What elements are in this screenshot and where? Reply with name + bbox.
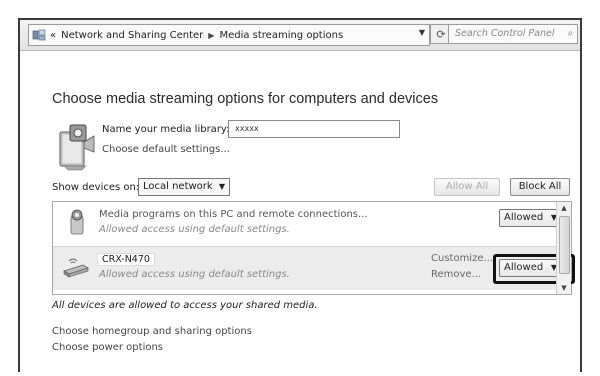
page-title: Choose media streaming options for compu… (52, 91, 439, 107)
allow-all-button[interactable]: Allow All (434, 178, 500, 196)
choose-default-settings-link[interactable]: Choose default settings... (102, 144, 230, 155)
crumb-network-sharing[interactable]: Network and Sharing Center (61, 30, 203, 41)
chevron-down-icon: ▼ (218, 182, 225, 191)
device-row-crx-n470[interactable]: CRX-N470 Allowed access using default se… (53, 246, 575, 290)
access-note: All devices are allowed to access your s… (52, 300, 318, 311)
homegroup-options-link[interactable]: Choose homegroup and sharing options (52, 326, 252, 337)
customize-link[interactable]: Customize... (431, 253, 493, 264)
history-dropdown-icon[interactable]: ▼ (419, 28, 425, 37)
remove-link[interactable]: Remove... (431, 269, 481, 280)
library-name-label: Name your media library: (102, 124, 230, 135)
device-status: Allowed access using default settings. (99, 269, 290, 280)
crumb-separator-icon[interactable]: ▶ (208, 31, 214, 40)
scroll-thumb[interactable] (559, 216, 570, 274)
network-device-icon (63, 258, 89, 278)
search-icon[interactable]: ⌕ (568, 25, 573, 43)
network-select-value: Local network (143, 181, 213, 192)
media-library-icon (59, 124, 95, 171)
scroll-up-icon[interactable]: ▲ (557, 204, 571, 212)
breadcrumb[interactable]: « Network and Sharing Center ▶ Media str… (28, 24, 430, 46)
device-name: CRX-N470 (97, 253, 155, 266)
network-select[interactable]: Local network ▼ (138, 178, 230, 196)
block-all-button[interactable]: Block All (510, 178, 570, 196)
device-row-media-programs[interactable]: Media programs on this PC and remote con… (53, 202, 563, 245)
nav-chevrons[interactable]: « (50, 30, 56, 41)
search-placeholder: Search Control Panel (455, 28, 555, 39)
library-name-input[interactable]: xxxxx (228, 120, 400, 138)
device-list-scrollbar[interactable]: ▲ ▼ (556, 202, 571, 294)
crumb-media-streaming[interactable]: Media streaming options (219, 30, 343, 41)
control-panel-window: « Network and Sharing Center ▶ Media str… (18, 18, 582, 372)
device-status: Allowed access using default settings. (99, 224, 290, 235)
show-devices-label: Show devices on: (52, 182, 140, 193)
permission-select[interactable]: Allowed ▼ (499, 209, 563, 227)
media-player-icon (70, 209, 84, 235)
device-list: Media programs on this PC and remote con… (52, 201, 575, 295)
power-options-link[interactable]: Choose power options (52, 342, 163, 353)
search-input[interactable]: Search Control Panel ⌕ (448, 24, 578, 44)
scroll-down-icon[interactable]: ▼ (557, 284, 571, 292)
device-name: Media programs on this PC and remote con… (99, 209, 368, 220)
address-bar: « Network and Sharing Center ▶ Media str… (20, 20, 580, 51)
permission-value: Allowed (504, 212, 544, 223)
control-panel-icon (32, 29, 46, 41)
